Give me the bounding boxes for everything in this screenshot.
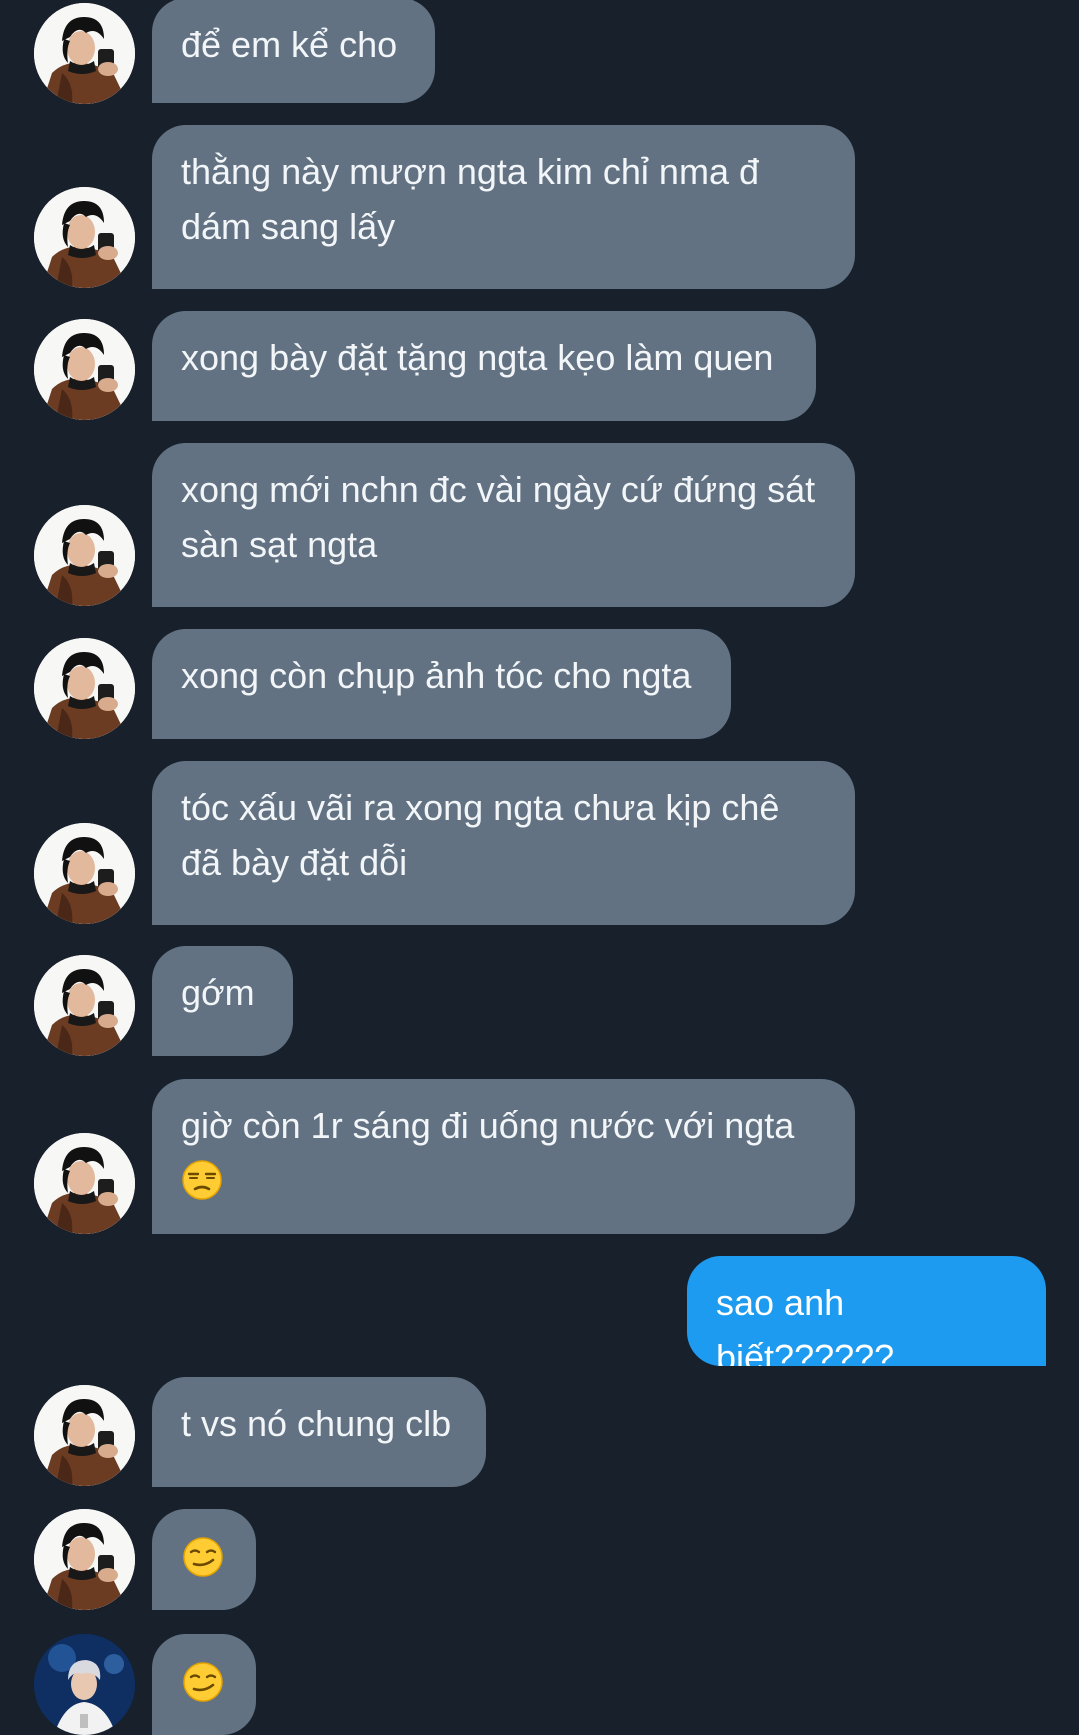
message-bubble[interactable]: xong bày đặt tặng ngta kẹo làm quen [152, 311, 816, 421]
message-text: xong mới nchn đc vài ngày cứ đứng sát sà… [181, 469, 816, 565]
message-text: xong bày đặt tặng ngta kẹo làm quen [181, 337, 774, 378]
message-bubble[interactable]: t vs nó chung clb [152, 1377, 486, 1487]
message-text: giờ còn 1r sáng đi uống nước với ngta [181, 1105, 795, 1146]
avatar[interactable] [34, 955, 135, 1056]
message-text: gớm [181, 972, 255, 1013]
avatar[interactable] [34, 1385, 135, 1486]
message-bubble[interactable] [152, 1634, 256, 1735]
avatar[interactable] [34, 187, 135, 288]
message-bubble[interactable]: tóc xấu vãi ra xong ngta chưa kịp chê đã… [152, 761, 855, 925]
avatar[interactable] [34, 319, 135, 420]
message-bubble[interactable]: gớm [152, 946, 293, 1056]
chat-thread: để em kể cho thằng này mượn ngta kim chỉ… [0, 0, 1079, 1735]
avatar[interactable] [34, 505, 135, 606]
message-text: t vs nó chung clb [181, 1403, 452, 1444]
message-bubble[interactable]: xong mới nchn đc vài ngày cứ đứng sát sà… [152, 443, 855, 607]
message-bubble-outgoing[interactable]: sao anh biết?????? [687, 1256, 1046, 1366]
message-text: xong còn chụp ảnh tóc cho ngta [181, 655, 692, 696]
avatar[interactable] [34, 3, 135, 104]
smirking-face-icon [182, 1536, 224, 1578]
message-text: sao anh biết?????? [716, 1282, 895, 1366]
unamused-face-icon [181, 1159, 223, 1201]
smirking-face-icon [182, 1661, 224, 1703]
message-text: tóc xấu vãi ra xong ngta chưa kịp chê đã… [181, 787, 780, 883]
message-bubble[interactable]: để em kể cho [152, 0, 435, 103]
message-bubble[interactable]: giờ còn 1r sáng đi uống nước với ngta [152, 1079, 855, 1234]
message-bubble[interactable]: thằng này mượn ngta kim chỉ nma đ dám sa… [152, 125, 855, 289]
avatar[interactable] [34, 638, 135, 739]
message-bubble[interactable] [152, 1509, 256, 1610]
avatar[interactable] [34, 1634, 135, 1735]
avatar[interactable] [34, 823, 135, 924]
message-text: thằng này mượn ngta kim chỉ nma đ dám sa… [181, 151, 759, 247]
avatar[interactable] [34, 1509, 135, 1610]
message-bubble[interactable]: xong còn chụp ảnh tóc cho ngta [152, 629, 731, 739]
avatar[interactable] [34, 1133, 135, 1234]
message-text: để em kể cho [181, 24, 398, 65]
